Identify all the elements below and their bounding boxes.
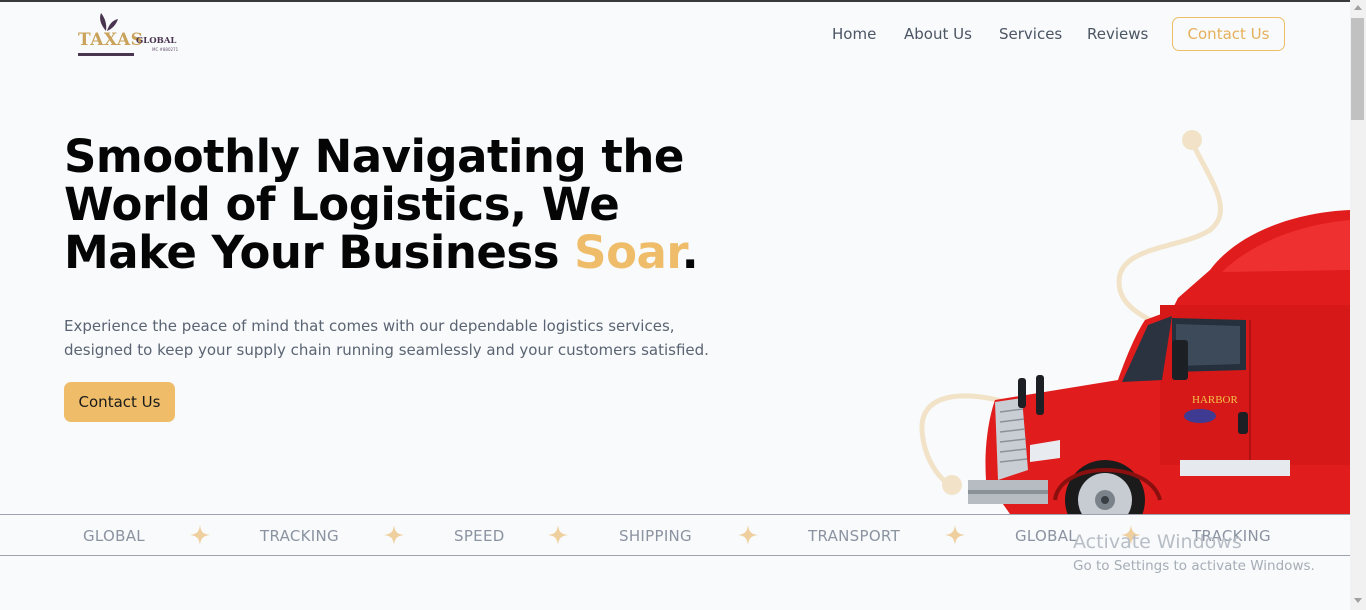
hero-illustration: HARBOR bbox=[910, 120, 1350, 540]
scroll-down-arrow-icon[interactable] bbox=[1354, 598, 1362, 603]
activate-windows-subtitle: Go to Settings to activate Windows. bbox=[1073, 558, 1315, 574]
truck-door-logo: HARBOR bbox=[1192, 394, 1239, 406]
scrollbar-thumb[interactable] bbox=[1351, 18, 1364, 120]
contact-us-hero-button[interactable]: Contact Us bbox=[64, 382, 175, 422]
four-point-star-icon bbox=[738, 525, 758, 545]
nav-reviews[interactable]: Reviews bbox=[1087, 25, 1148, 43]
ticker-word-global: GLOBAL bbox=[1015, 527, 1077, 545]
headline-period: . bbox=[681, 226, 699, 279]
four-point-star-icon bbox=[548, 525, 568, 545]
ticker-word-global: GLOBAL bbox=[83, 527, 145, 545]
hero-description: Experience the peace of mind that comes … bbox=[64, 317, 709, 359]
activate-windows-title: Activate Windows bbox=[1073, 531, 1242, 553]
headline-line-2: World of Logistics, We bbox=[64, 178, 620, 231]
nav-about-us[interactable]: About Us bbox=[904, 25, 972, 43]
scroll-up-arrow-icon[interactable] bbox=[1354, 5, 1362, 10]
headline-line-1: Smoothly Navigating the bbox=[64, 130, 684, 183]
contact-us-nav-button[interactable]: Contact Us bbox=[1172, 17, 1285, 51]
four-point-star-icon bbox=[384, 525, 404, 545]
nav-home[interactable]: Home bbox=[832, 25, 876, 43]
ticker-word-shipping: SHIPPING bbox=[619, 527, 692, 545]
ticker-word-speed: SPEED bbox=[454, 527, 505, 545]
ticker-word-transport: TRANSPORT bbox=[808, 527, 901, 545]
logo-underline bbox=[78, 53, 134, 56]
ticker-word-tracking: TRACKING bbox=[260, 527, 339, 545]
nav-services[interactable]: Services bbox=[999, 25, 1062, 43]
top-border bbox=[0, 0, 1366, 2]
headline-accent-word: Soar bbox=[574, 226, 682, 279]
main-nav: Home About Us Services Reviews Contact U… bbox=[0, 17, 1350, 51]
four-point-star-icon bbox=[945, 525, 965, 545]
headline-line-3: Make Your Business bbox=[64, 226, 575, 279]
red-truck-image: HARBOR bbox=[968, 210, 1350, 540]
hero-headline: Smoothly Navigating the World of Logisti… bbox=[64, 133, 744, 277]
four-point-star-icon bbox=[190, 525, 210, 545]
